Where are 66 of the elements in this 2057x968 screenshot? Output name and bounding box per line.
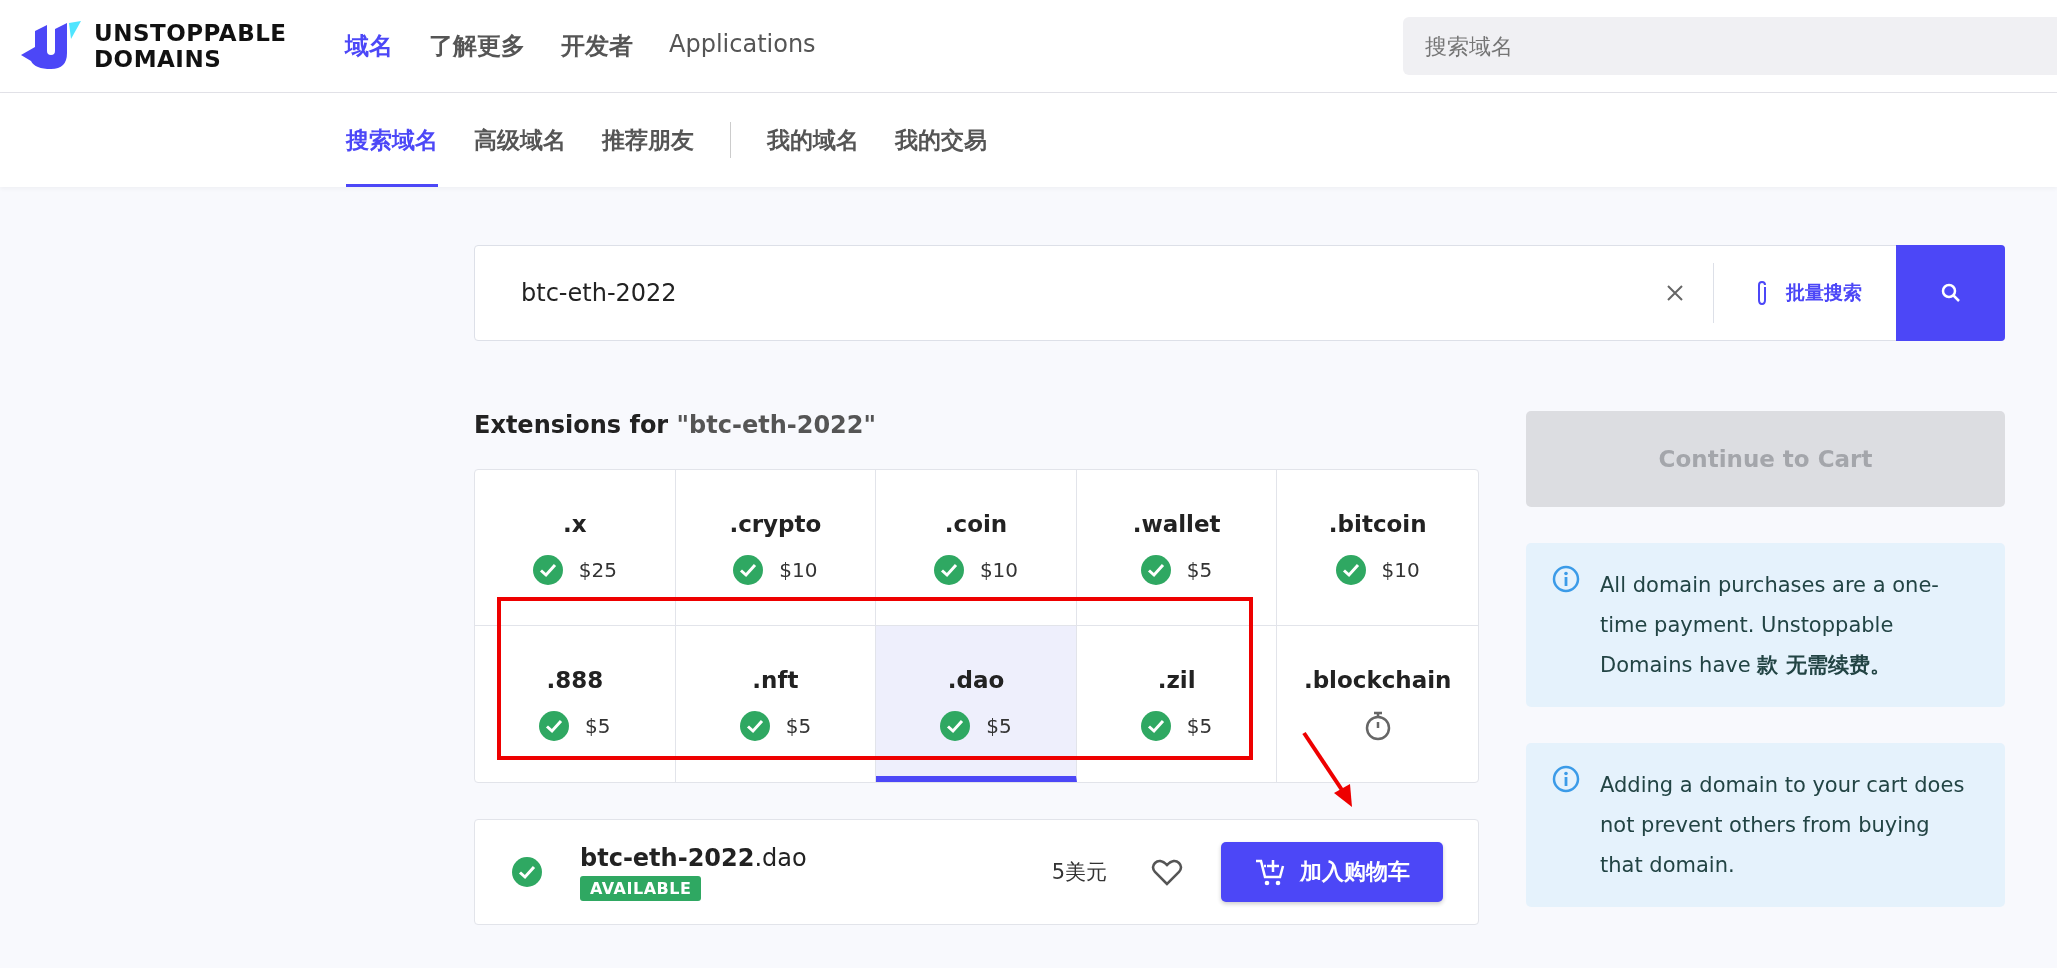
info-icon [1552,565,1580,593]
nav-link[interactable]: 域名 [345,30,393,62]
info-text: Adding a domain to your cart does not prevent others from buying that domain. [1600,772,1965,879]
search-field[interactable]: 搜索域名 [1403,17,2057,75]
check-icon [739,711,770,741]
extension-tile[interactable]: .crypto $10 [675,470,877,626]
domain-name: btc-eth-2022.dao [580,843,807,872]
extension-tile[interactable]: .blockchain [1277,626,1478,782]
extension-name: .wallet [1132,510,1221,537]
extension-tile[interactable]: .x $25 [475,470,676,626]
extension-tile[interactable]: .wallet $5 [1076,470,1278,626]
extension-tile[interactable]: .bitcoin $10 [1277,470,1478,626]
check-icon [933,554,964,585]
subnav-tab[interactable]: 搜索域名 [346,93,438,187]
check-icon [1140,554,1171,585]
subnav-tab[interactable]: 我的域名 [767,93,859,187]
info-icon [1552,765,1580,793]
extension-name: .crypto [729,510,822,537]
cart-icon [1254,857,1286,887]
extension-name: .888 [546,667,604,693]
bulk-search-button[interactable]: 批量搜索 [1714,263,1896,323]
check-icon [512,857,542,887]
extension-price: $5 [1186,714,1213,738]
extensions-heading: Extensions for "btc-eth-2022" [474,411,877,439]
extension-price: $25 [578,557,617,582]
extension-price: $5 [785,714,812,738]
extension-price: $5 [585,714,611,738]
extension-price: $10 [979,557,1019,582]
domain-price: 5美元 [1051,859,1107,886]
extension-tile[interactable]: .dao $5 [876,626,1077,782]
check-icon [940,711,971,741]
extension-name: .zil [1157,667,1196,693]
check-icon [733,554,764,585]
stopwatch-icon [1363,711,1392,741]
extension-name: .blockchain [1303,667,1452,693]
add-to-cart-button[interactable]: 加入购物车 [1221,842,1443,902]
extension-price: $10 [779,557,818,582]
extension-name: .coin [944,510,1008,537]
extension-tile[interactable]: .zil $5 [1076,626,1278,782]
domain-search-bar[interactable]: btc-eth-2022 批量搜索 [474,245,2005,341]
extension-name: .x [563,510,587,537]
extension-price: $10 [1381,557,1420,582]
check-icon [539,711,570,741]
available-badge: AVAILABLE [580,875,702,901]
subnav-tab[interactable]: 推荐朋友 [602,93,694,187]
heart-icon[interactable] [1151,858,1183,886]
info-text: All domain purchases are a one-time payment. Unstoppable Domains have 款 无需续费。 [1600,572,1940,679]
extension-name: .nft [752,667,799,693]
nav-link[interactable]: 开发者 [561,30,633,62]
extension-tile[interactable]: .888 $5 [475,626,676,782]
extension-price: $5 [986,714,1012,738]
close-icon[interactable] [1665,283,1685,303]
extension-name: .bitcoin [1328,510,1427,537]
logo-text: DOMAINS [94,46,223,72]
extension-name: .dao [947,667,1005,693]
logo-icon [20,21,82,71]
check-icon [1140,711,1171,741]
nav-link[interactable]: Applications [669,30,816,62]
logo-text: UNSTOPPABLE [94,20,287,46]
check-icon [532,554,563,585]
subnav-tab[interactable]: 我的交易 [895,93,987,187]
nav-link[interactable]: 了解更多 [429,30,525,62]
check-icon [1335,554,1366,585]
domain-search-field[interactable]: btc-eth-2022 [475,246,1637,340]
subnav-tab[interactable]: 高级域名 [474,93,566,187]
extension-price: $5 [1186,557,1213,582]
